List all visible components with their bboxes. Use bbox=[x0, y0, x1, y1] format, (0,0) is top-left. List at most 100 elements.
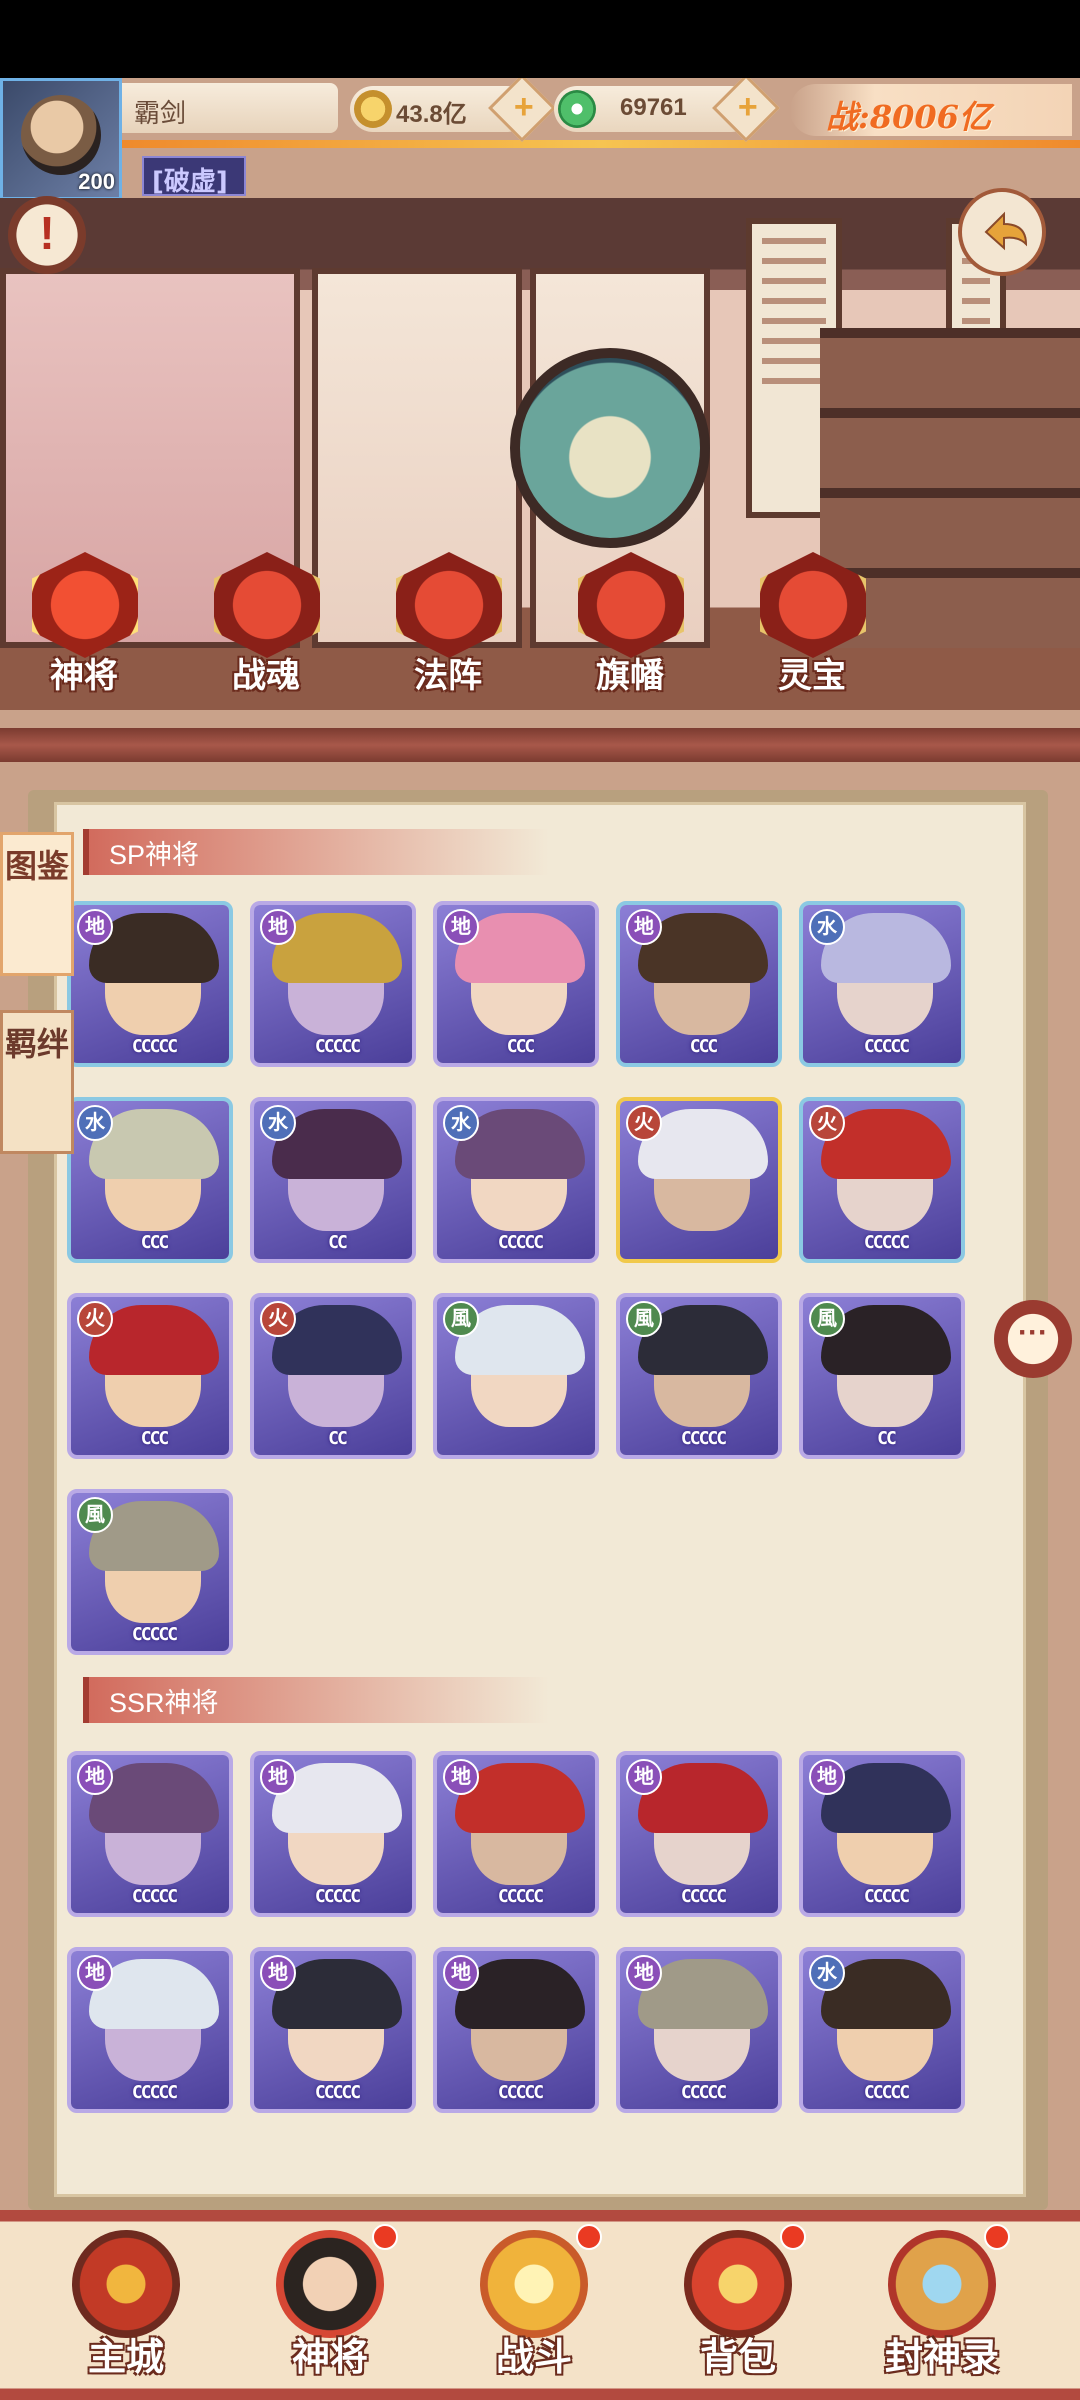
hero-star-rating: CC bbox=[328, 1232, 348, 1253]
player-level: 200 bbox=[78, 169, 115, 194]
hero-card[interactable]: 火 CC bbox=[250, 1293, 416, 1459]
player-name: 霸剑 bbox=[134, 99, 187, 129]
element-badge: 地 bbox=[77, 1955, 113, 1991]
element-badge: 水 bbox=[809, 1955, 845, 1991]
element-badge: 水 bbox=[260, 1105, 296, 1141]
hero-card[interactable]: 風 CCCCC bbox=[67, 1489, 233, 1655]
hero-star-rating: CCCCC bbox=[680, 2082, 727, 2103]
nav-label: 主城 bbox=[87, 2335, 164, 2379]
nav-main-city[interactable]: 主城 bbox=[36, 2210, 216, 2400]
hero-card[interactable]: 水 CC bbox=[250, 1097, 416, 1263]
hero-card[interactable]: 地 CCC bbox=[616, 901, 782, 1067]
hero-star-rating: CCCCC bbox=[131, 1886, 178, 1907]
hero-card[interactable]: 地 CCCCC bbox=[250, 901, 416, 1067]
hero-card[interactable]: 火 bbox=[616, 1097, 782, 1263]
nav-label: 封神录 bbox=[884, 2335, 999, 2379]
nav-backpack[interactable]: 背包 bbox=[648, 2210, 828, 2400]
hero-star-rating: CCCCC bbox=[314, 2082, 361, 2103]
element-badge: 水 bbox=[77, 1105, 113, 1141]
back-button[interactable] bbox=[956, 186, 1048, 278]
add-gold-button[interactable]: + bbox=[488, 78, 556, 142]
element-badge: 水 bbox=[809, 909, 845, 945]
info-button[interactable]: ! bbox=[8, 196, 86, 274]
element-badge: 地 bbox=[809, 1759, 845, 1795]
category-label: 灵宝 bbox=[778, 656, 846, 696]
category-divider bbox=[0, 728, 1080, 762]
category-tab-war-soul[interactable]: 战魂 bbox=[206, 552, 326, 702]
nav-label: 背包 bbox=[699, 2335, 776, 2379]
player-avatar[interactable]: 200 bbox=[0, 78, 122, 200]
hero-card[interactable]: 水 CCCCC bbox=[799, 901, 965, 1067]
jade-icon bbox=[558, 90, 596, 128]
gold-coin-icon bbox=[354, 90, 392, 128]
game-screen: 200 霸剑 [破虚] 43.8亿 + 69761 + 战:8006亿 ! 神将… bbox=[0, 78, 1080, 2400]
hero-card[interactable]: 風 bbox=[433, 1293, 599, 1459]
hero-card[interactable]: 地 CCC bbox=[433, 901, 599, 1067]
codex-page: SP神将 SSR神将 地 CCCCC 地 CCCCC 地 CCC 地 CCC 水 CCCCC 水 CC… bbox=[54, 802, 1026, 2197]
top-bar-divider bbox=[122, 140, 1080, 148]
hero-card[interactable]: 地 CCCCC bbox=[433, 1947, 599, 2113]
player-title-badge: [破虚] bbox=[142, 156, 246, 197]
hero-card[interactable]: 火 CCCCC bbox=[799, 1097, 965, 1263]
banner-flag-icon bbox=[578, 552, 684, 658]
hero-star-rating: CCCCC bbox=[680, 1886, 727, 1907]
deification-record-icon bbox=[888, 2230, 996, 2338]
element-badge: 風 bbox=[77, 1497, 113, 1533]
category-tab-generals[interactable]: 神将 bbox=[24, 552, 144, 702]
hero-star-rating: CCCCC bbox=[314, 1886, 361, 1907]
player-name-box: 霸剑 bbox=[122, 83, 338, 133]
hero-card[interactable]: 地 CCCCC bbox=[250, 1947, 416, 2113]
hero-card[interactable]: 地 CCCCC bbox=[616, 1751, 782, 1917]
hero-card[interactable]: 地 CCCCC bbox=[250, 1751, 416, 1917]
category-tab-formation[interactable]: 法阵 bbox=[388, 552, 508, 702]
war-soul-mask-icon bbox=[214, 552, 320, 658]
section-header-sp: SP神将 bbox=[83, 829, 549, 875]
moon-window bbox=[510, 348, 710, 548]
add-jade-button[interactable]: + bbox=[712, 78, 780, 142]
category-label: 法阵 bbox=[414, 656, 482, 696]
hero-star-rating: CCCCC bbox=[863, 1886, 910, 1907]
main-city-icon bbox=[72, 2230, 180, 2338]
hero-card[interactable]: 地 CCCCC bbox=[67, 901, 233, 1067]
nav-generals[interactable]: 神将 bbox=[240, 2210, 420, 2400]
nav-deification-record[interactable]: 封神录 bbox=[852, 2210, 1032, 2400]
category-tab-banner[interactable]: 旗幡 bbox=[570, 552, 690, 702]
chat-button[interactable]: ··· bbox=[994, 1300, 1072, 1378]
hero-star-rating: CCCCC bbox=[497, 2082, 544, 2103]
side-tab-bonds[interactable]: 羁绊 bbox=[0, 1010, 74, 1154]
hero-star-rating: CCCCC bbox=[863, 2082, 910, 2103]
hero-star-rating: CCCCC bbox=[131, 2082, 178, 2103]
hero-card[interactable]: 地 CCCCC bbox=[799, 1751, 965, 1917]
category-tab-treasure[interactable]: 灵宝 bbox=[752, 552, 872, 702]
hero-card[interactable]: 火 CCC bbox=[67, 1293, 233, 1459]
top-bar: 200 霸剑 [破虚] 43.8亿 + 69761 + 战:8006亿 bbox=[0, 78, 1080, 200]
avatar-portrait bbox=[21, 95, 101, 175]
hero-card[interactable]: 地 CCCCC bbox=[433, 1751, 599, 1917]
bottom-nav: 主城 神将 战斗 背包 封神录 bbox=[0, 2210, 1080, 2400]
exclamation-icon: ! bbox=[39, 207, 55, 259]
section-title: SSR神将 bbox=[109, 1688, 219, 1718]
gold-resource: 43.8亿 + bbox=[350, 78, 556, 142]
hero-star-rating: CCC bbox=[689, 1036, 719, 1057]
hero-card[interactable]: 地 CCCCC bbox=[67, 1751, 233, 1917]
hero-card[interactable]: 水 CCCCC bbox=[433, 1097, 599, 1263]
hero-card[interactable]: 水 CCC bbox=[67, 1097, 233, 1263]
element-badge: 地 bbox=[77, 1759, 113, 1795]
nav-label: 神将 bbox=[291, 2335, 368, 2379]
hero-star-rating: CC bbox=[328, 1428, 348, 1449]
hero-card[interactable]: 水 CCCCC bbox=[799, 1947, 965, 2113]
plus-icon: + bbox=[737, 88, 758, 127]
hero-card[interactable]: 風 CC bbox=[799, 1293, 965, 1459]
nav-label: 战斗 bbox=[495, 2335, 572, 2379]
element-badge: 風 bbox=[626, 1301, 662, 1337]
notification-dot bbox=[780, 2224, 806, 2250]
category-tabs: 神将 战魂 法阵 旗幡 灵宝 bbox=[0, 552, 1080, 712]
hero-card[interactable]: 地 CCCCC bbox=[616, 1947, 782, 2113]
hero-card[interactable]: 地 CCCCC bbox=[67, 1947, 233, 2113]
hero-card[interactable]: 風 CCCCC bbox=[616, 1293, 782, 1459]
gold-value: 43.8亿 bbox=[396, 101, 467, 128]
side-tab-codex[interactable]: 图鉴 bbox=[0, 832, 74, 976]
nav-battle[interactable]: 战斗 bbox=[444, 2210, 624, 2400]
element-badge: 火 bbox=[626, 1105, 662, 1141]
hero-star-rating: CCCCC bbox=[863, 1036, 910, 1057]
